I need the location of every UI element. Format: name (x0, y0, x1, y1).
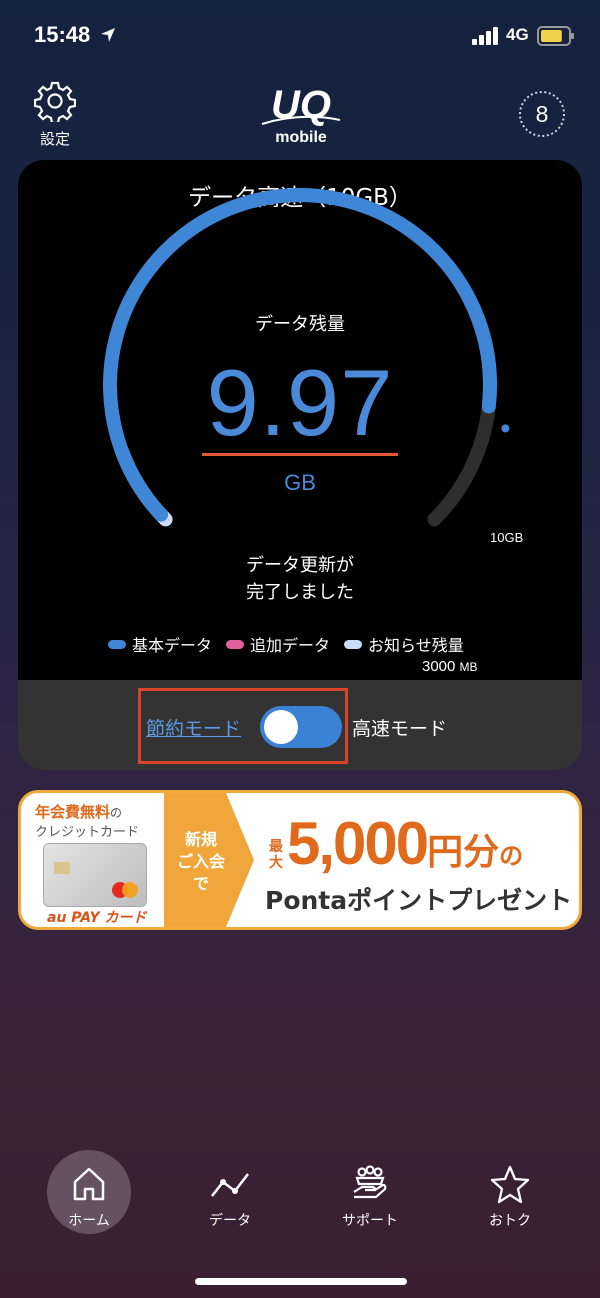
promo-card-brand: au PAY カード (47, 910, 147, 926)
remaining-value: 9.97 (206, 350, 394, 455)
home-icon (73, 1167, 105, 1201)
remaining-label: データ残量 (255, 314, 345, 335)
mastercard-logo (112, 882, 138, 898)
notify-amount-unit: MB (459, 660, 478, 674)
saving-mode-link[interactable]: 節約モード (146, 714, 241, 741)
credit-card-image (43, 843, 147, 907)
notify-amount: 3000 MB (422, 658, 478, 675)
card-chip (54, 862, 70, 874)
fast-mode-label[interactable]: 高速モード (352, 714, 447, 741)
promo-max: 最大 (269, 839, 283, 871)
notification-count: 8 (535, 101, 549, 127)
cellular-signal-icon (472, 27, 498, 45)
legend-label: 基本データ (132, 636, 213, 655)
promo-annual-fee-text: 年会費無料 (35, 803, 111, 821)
home-indicator (195, 1278, 407, 1285)
update-status-line1: データ更新が (246, 555, 354, 576)
promo-banner[interactable]: 年会費無料の クレジットカード au PAY カード 新規 ご入会で 最大 5,… (18, 790, 582, 930)
tab-label: データ (209, 1213, 251, 1229)
chart-line-icon (211, 1173, 249, 1197)
toggle-knob (264, 710, 298, 744)
logo-text-top: UQ (271, 84, 331, 127)
value-underline (202, 453, 398, 456)
promo-new-line1: 新規 (184, 830, 217, 849)
legend-dot (226, 639, 245, 649)
promo-ponta-text: Pontaポイントプレゼント (265, 886, 573, 915)
legend-item-basic: 基本データ (108, 632, 212, 656)
tab-label: サポート (342, 1213, 398, 1229)
status-time: 15:48 (34, 22, 91, 47)
data-usage-card: データ高速（10GB） データ残量 9.97 GB 10GB データ更新が 完了… (18, 160, 582, 770)
promo-new-line2: ご入会で (176, 852, 225, 893)
uq-mobile-logo: UQ mobile (261, 84, 341, 146)
mode-toggle-switch[interactable] (260, 706, 342, 748)
promo-amount: 5,000円分の (287, 809, 523, 878)
tab-data[interactable]: データ (188, 1150, 272, 1234)
settings-button[interactable]: 設定 (30, 80, 80, 148)
settings-label: 設定 (39, 130, 70, 148)
promo-annual-fee-suffix: の (110, 806, 123, 820)
status-bar: 15:48 4G (0, 0, 600, 70)
tab-deals[interactable]: おトク (468, 1150, 552, 1234)
notify-amount-value: 3000 (422, 658, 456, 675)
promo-annual-fee: 年会費無料の (35, 801, 122, 822)
legend-dot (108, 639, 126, 649)
promo-no: の (499, 843, 524, 870)
notification-badge[interactable]: 8 (518, 90, 566, 138)
tab-label: ホーム (68, 1213, 110, 1229)
legend-label: お知らせ残量 (368, 636, 464, 655)
battery-fill (541, 30, 562, 42)
network-type: 4G (506, 25, 529, 44)
gauge-max-label: 10GB (490, 530, 524, 545)
update-status: データ更新が 完了しました (18, 552, 582, 606)
tab-home[interactable]: ホーム (47, 1150, 131, 1234)
promo-card-type: クレジットカード (35, 825, 140, 840)
legend-item-notify: お知らせ残量 (344, 632, 464, 656)
promo-amount-number: 5,000 (287, 810, 429, 877)
gauge-legend: 基本データ 追加データ お知らせ残量 (108, 632, 478, 656)
mode-switch-bar: 節約モード 高速モード (18, 680, 582, 770)
battery-icon (537, 26, 574, 46)
gear-icon (33, 81, 77, 125)
legend-dot (344, 639, 363, 649)
legend-label: 追加データ (250, 636, 331, 655)
star-icon (490, 1165, 530, 1204)
location-arrow-icon (101, 28, 115, 42)
promo-new-member: 新規 ご入会で (171, 829, 231, 895)
legend-item-additional: 追加データ (226, 632, 330, 656)
tab-bar: ホーム データ サポート おトク (0, 1150, 600, 1250)
app-header: 設定 UQ mobile (0, 80, 600, 150)
promo-yen: 円分 (427, 831, 500, 872)
update-status-line2: 完了しました (246, 582, 354, 603)
tab-label: おトク (489, 1213, 531, 1229)
logo-text-bottom: mobile (275, 129, 327, 146)
remaining-unit: GB (284, 470, 316, 495)
support-hand-icon (353, 1165, 387, 1199)
tab-support[interactable]: サポート (328, 1150, 412, 1234)
